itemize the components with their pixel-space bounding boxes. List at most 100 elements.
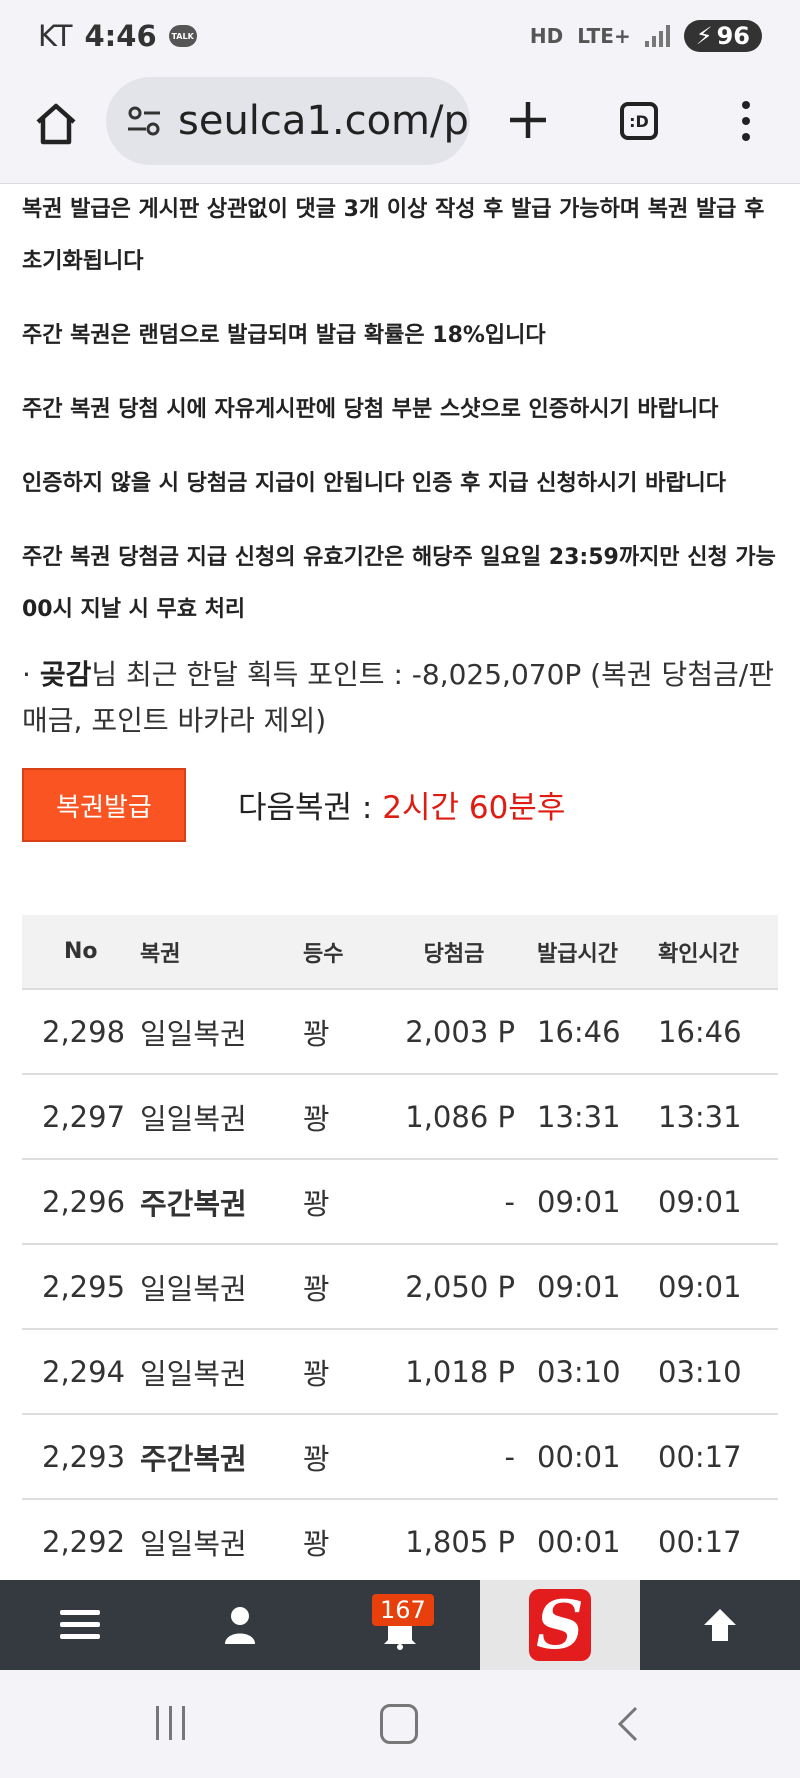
cell-type: 일일복권 [139, 988, 283, 1074]
signal-icon [644, 25, 670, 47]
notice-screenshot-proof: 주간 복권 당첨 시에 자유게시판에 당첨 부분 스샷으로 인증하시기 바랍니다 [22, 397, 719, 422]
cell-type: 일일복권 [139, 1073, 283, 1159]
cell-issued-time: 13:31 [531, 1073, 648, 1159]
cell-prize: - [392, 1158, 531, 1244]
hamburger-icon [60, 1610, 100, 1639]
table-row: 2,294 일일복권 꽝 1,018 P 03:10 03:10 [22, 1328, 778, 1414]
cell-type: 주간복권 [139, 1158, 283, 1244]
cell-rank: 꽝 [283, 1328, 392, 1414]
cell-no: 2,294 [22, 1328, 139, 1414]
lottery-table: No 복권 등수 당첨금 발급시간 확인시간 2,298 일일복권 꽝 2,00… [22, 915, 778, 1585]
cell-checked-time: 13:31 [648, 1073, 778, 1159]
arrow-up-icon [704, 1609, 736, 1641]
cell-prize: 1,018 P [392, 1328, 531, 1414]
points-bullet: · [22, 658, 40, 691]
cell-rank: 꽝 [283, 1413, 392, 1499]
clock: 4:46 [84, 19, 157, 53]
nav-menu-button[interactable] [0, 1580, 160, 1670]
cell-prize: 1,086 P [392, 1073, 531, 1159]
home-icon[interactable] [32, 100, 80, 148]
browser-toolbar: seulca1.com/p :D [0, 72, 800, 184]
cell-rank: 꽝 [283, 988, 392, 1074]
cell-type: 일일복권 [139, 1328, 283, 1414]
notice-comment-requirement: 복권 발급은 게시판 상관없이 댓글 3개 이상 작성 후 발급 가능하며 복권… [22, 197, 765, 274]
recents-icon[interactable] [156, 1706, 192, 1742]
android-nav-bar [0, 1670, 800, 1778]
cell-checked-time: 00:17 [648, 1498, 778, 1585]
table-row: 2,297 일일복권 꽝 1,086 P 13:31 13:31 [22, 1073, 778, 1159]
next-lottery-info: 다음복권 : 2시간 60분후 [238, 782, 565, 827]
status-bar: KT 4:46 TALK HD LTE+ ⚡ 96 [0, 0, 800, 72]
cell-issued-time: 09:01 [531, 1243, 648, 1329]
cell-checked-time: 09:01 [648, 1158, 778, 1244]
cell-checked-time: 00:17 [648, 1413, 778, 1499]
next-lottery-time: 2시간 60분후 [382, 790, 566, 826]
points-text: 님 최근 한달 획득 포인트 : -8,025,070P (복권 당첨금/판매금… [22, 658, 774, 737]
talk-icon: TALK [168, 25, 197, 47]
lte-icon: LTE+ [577, 24, 631, 48]
col-rank: 등수 [283, 915, 392, 989]
nav-profile-button[interactable] [160, 1580, 320, 1670]
url-text: seulca1.com/p [178, 98, 469, 144]
table-row: 2,296 주간복권 꽝 - 09:01 09:01 [22, 1158, 778, 1244]
tune-icon[interactable] [124, 101, 164, 141]
next-lottery-label: 다음복권 : [238, 790, 383, 826]
cell-no: 2,295 [22, 1243, 139, 1329]
notice-payment-proof: 인증하지 않을 시 당첨금 지급이 안됩니다 인증 후 지급 신청하시기 바랍니… [22, 471, 727, 496]
hd-icon: HD [529, 24, 564, 48]
cell-prize: - [392, 1413, 531, 1499]
nav-notifications-button[interactable]: 167 [320, 1580, 480, 1670]
user-icon [225, 1607, 255, 1644]
cell-issued-time: 03:10 [531, 1328, 648, 1414]
cell-type: 주간복권 [139, 1413, 283, 1499]
home-nav-icon[interactable] [380, 1704, 418, 1744]
battery-level: 96 [716, 22, 750, 50]
cell-rank: 꽝 [283, 1073, 392, 1159]
points-summary: · 곶감님 최근 한달 획득 포인트 : -8,025,070P (복권 당첨금… [22, 652, 778, 744]
back-icon[interactable] [614, 1706, 642, 1742]
table-row: 2,295 일일복권 꽝 2,050 P 09:01 09:01 [22, 1243, 778, 1329]
cell-type: 일일복권 [139, 1243, 283, 1329]
cell-prize: 2,003 P [392, 988, 531, 1074]
notice-weekly-probability: 주간 복권은 랜덤으로 발급되며 발급 확률은 18%입니다 [22, 323, 546, 348]
cell-type: 일일복권 [139, 1498, 283, 1585]
cell-no: 2,293 [22, 1413, 139, 1499]
col-no: No [22, 915, 139, 989]
cell-issued-time: 00:01 [531, 1413, 648, 1499]
plus-icon[interactable] [504, 96, 552, 144]
main-content: 복권 발급은 게시판 상관없이 댓글 3개 이상 작성 후 발급 가능하며 복권… [22, 184, 778, 882]
cell-rank: 꽝 [283, 1498, 392, 1585]
col-issued-time: 발급시간 [531, 915, 648, 989]
table-header-row: No 복권 등수 당첨금 발급시간 확인시간 [22, 915, 778, 989]
points-username: 곶감 [39, 658, 92, 691]
tabs-icon[interactable]: :D [620, 102, 658, 140]
table-row: 2,292 일일복권 꽝 1,805 P 00:01 00:17 [22, 1498, 778, 1585]
col-checked-time: 확인시간 [648, 915, 778, 989]
cell-issued-time: 16:46 [531, 988, 648, 1074]
more-vert-icon[interactable] [736, 96, 756, 146]
cell-no: 2,298 [22, 988, 139, 1074]
issue-row: 복권발급 다음복권 : 2시간 60분후 [22, 762, 778, 882]
notice-claim-deadline: 주간 복권 당첨금 지급 신청의 유효기간은 해당주 일요일 23:59까지만 … [22, 545, 776, 622]
cell-no: 2,297 [22, 1073, 139, 1159]
col-prize: 당첨금 [392, 915, 531, 989]
site-logo: S [529, 1586, 591, 1664]
nav-scroll-top-button[interactable] [640, 1580, 800, 1670]
col-type: 복권 [139, 915, 283, 989]
battery-icon: ⚡ 96 [683, 20, 762, 52]
cell-issued-time: 09:01 [531, 1158, 648, 1244]
table-row: 2,298 일일복권 꽝 2,003 P 16:46 16:46 [22, 988, 778, 1074]
cell-checked-time: 03:10 [648, 1328, 778, 1414]
cell-rank: 꽝 [283, 1243, 392, 1329]
cell-rank: 꽝 [283, 1158, 392, 1244]
site-bottom-nav: 167 S [0, 1580, 800, 1670]
cell-prize: 2,050 P [392, 1243, 531, 1329]
table-row: 2,293 주간복권 꽝 - 00:01 00:17 [22, 1413, 778, 1499]
nav-logo-button[interactable]: S [480, 1580, 640, 1670]
notification-count-badge: 167 [372, 1594, 434, 1626]
cell-no: 2,292 [22, 1498, 139, 1585]
cell-checked-time: 09:01 [648, 1243, 778, 1329]
address-bar[interactable]: seulca1.com/p [106, 77, 470, 165]
carrier-label: KT [38, 19, 73, 53]
issue-lottery-button[interactable]: 복권발급 [22, 768, 186, 842]
